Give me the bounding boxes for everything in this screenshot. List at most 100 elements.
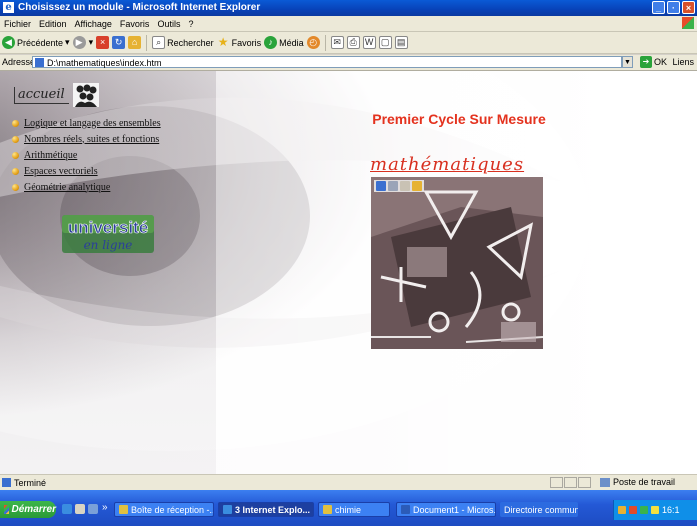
start-label: Démarrer: [11, 504, 56, 515]
system-tray: 16:1: [613, 500, 697, 520]
ie-quicklaunch-icon[interactable]: [62, 504, 72, 514]
universite-en-ligne-logo[interactable]: université en ligne: [60, 213, 156, 255]
task-inbox[interactable]: Boîte de réception -...: [114, 502, 214, 517]
taskbar: Démarrer » Boîte de réception -... 3 Int…: [0, 490, 697, 526]
menu-link-arithmetique[interactable]: Arithmétique: [24, 150, 77, 161]
stop-button[interactable]: ×: [96, 36, 110, 49]
minimize-button[interactable]: _: [652, 1, 665, 14]
toolbar-separator: [324, 34, 326, 51]
mail-button[interactable]: ✉: [330, 36, 344, 49]
menu-link-espaces-vectoriels[interactable]: Espaces vectoriels: [24, 166, 98, 177]
search-icon: ⌕: [152, 36, 166, 49]
chevron-down-icon[interactable]: ▾: [89, 37, 94, 48]
address-url: D:\mathematiques\index.htm: [47, 58, 162, 68]
search-label: Rechercher: [167, 37, 214, 48]
clock[interactable]: 16:1: [662, 505, 680, 515]
favorites-label: Favoris: [231, 37, 262, 48]
discuss-button[interactable]: ▢: [378, 36, 392, 49]
list-item: Nombres réels, suites et fonctions: [12, 131, 161, 147]
computer-icon: [600, 477, 610, 487]
menu-link-geometrie[interactable]: Géométrie analytique: [24, 182, 110, 193]
address-input[interactable]: D:\mathematiques\index.htm: [32, 56, 622, 68]
home-link[interactable]: accueil: [14, 83, 99, 107]
history-button[interactable]: ◴: [306, 36, 320, 49]
outlook-icon: [119, 505, 128, 514]
back-button[interactable]: ◀ Précédente ▾: [2, 36, 70, 49]
search-button[interactable]: ⌕ Rechercher: [152, 36, 214, 49]
quicklaunch-more-chevron[interactable]: »: [102, 502, 108, 513]
menu-fichier[interactable]: Fichier: [0, 19, 35, 29]
maximize-button[interactable]: ·: [667, 1, 680, 14]
page-content: accueil Logique et langage des ensembles…: [0, 71, 697, 474]
ie-logo-icon: e: [3, 2, 14, 13]
menu-edition[interactable]: Edition: [35, 19, 71, 29]
bullet-icon: [12, 135, 19, 143]
word-icon: [401, 505, 410, 514]
tray-icon[interactable]: [640, 506, 648, 514]
people-group-icon: [72, 83, 99, 107]
window-titlebar: e Choisissez un module - Microsoft Inter…: [0, 0, 697, 16]
refresh-button[interactable]: ↻: [112, 36, 126, 49]
task-word-document[interactable]: Document1 - Micros...: [396, 502, 496, 517]
menu-affichage[interactable]: Affichage: [71, 19, 116, 29]
close-button[interactable]: ×: [682, 1, 695, 14]
status-bar: Terminé Poste de travail: [0, 474, 697, 491]
window-controls: _ · ×: [652, 1, 695, 14]
task-chimie[interactable]: chimie: [318, 502, 390, 517]
go-button[interactable]: ➔ OK: [640, 56, 667, 68]
windows-logo-icon: [4, 505, 9, 514]
list-item: Géométrie analytique: [12, 179, 161, 195]
outlook-quicklaunch-icon[interactable]: [88, 504, 98, 514]
module-menu: Logique et langage des ensembles Nombres…: [12, 115, 161, 195]
menu-link-logique[interactable]: Logique et langage des ensembles: [24, 118, 161, 129]
address-dropdown-button[interactable]: ▼: [622, 56, 633, 68]
start-button[interactable]: Démarrer: [0, 501, 56, 518]
star-icon: ★: [217, 35, 229, 49]
bullet-icon: [12, 119, 19, 127]
status-panes: [550, 477, 591, 488]
forward-button[interactable]: ▶: [72, 36, 86, 49]
task-directoire-commun[interactable]: Directoire commun: [500, 502, 578, 517]
menu-link-nombres-reels[interactable]: Nombres réels, suites et fonctions: [24, 134, 159, 145]
folder-image-icon[interactable]: [412, 181, 422, 191]
ie-icon: [223, 505, 232, 514]
back-arrow-icon: ◀: [2, 36, 15, 49]
links-button[interactable]: Liens: [672, 57, 694, 67]
page-icon: [35, 58, 44, 67]
desktop-quicklaunch-icon[interactable]: [75, 504, 85, 514]
media-button[interactable]: ♪ Média: [264, 36, 304, 49]
print-button[interactable]: ⎙: [346, 36, 360, 49]
math-artwork-image: [371, 177, 543, 349]
bullet-icon: [12, 151, 19, 159]
tray-icon[interactable]: [651, 506, 659, 514]
chevron-down-icon[interactable]: ▾: [65, 37, 70, 48]
menu-bar: Fichier Edition Affichage Favoris Outils…: [0, 16, 697, 32]
zone-label: Poste de travail: [613, 477, 676, 487]
go-label: OK: [654, 57, 668, 67]
media-label: Média: [279, 37, 304, 48]
menu-help[interactable]: ?: [184, 19, 197, 29]
tray-icon[interactable]: [618, 506, 626, 514]
email-image-icon[interactable]: [400, 181, 410, 191]
edit-word-button[interactable]: W: [362, 36, 376, 49]
save-image-icon[interactable]: [376, 181, 386, 191]
folder-icon: [323, 505, 332, 514]
security-zone: Poste de travail: [600, 477, 675, 487]
svg-text:université: université: [68, 218, 148, 237]
address-label: Adresse: [2, 57, 36, 67]
messenger-button[interactable]: ▤: [394, 36, 408, 49]
favorites-button[interactable]: ★ Favoris: [217, 35, 262, 49]
menu-favoris[interactable]: Favoris: [116, 19, 154, 29]
menu-outils[interactable]: Outils: [153, 19, 184, 29]
task-internet-explorer[interactable]: 3 Internet Explo...: [218, 502, 314, 517]
bullet-icon: [12, 167, 19, 175]
toolbar-separator: [146, 34, 148, 51]
print-image-icon[interactable]: [388, 181, 398, 191]
image-toolbar: [374, 180, 424, 192]
bullet-icon: [12, 183, 19, 191]
back-label: Précédente: [17, 37, 64, 48]
subject-title: mathématiques: [370, 154, 525, 175]
tray-icon[interactable]: [629, 506, 637, 514]
windows-logo-icon: [682, 17, 694, 29]
home-button[interactable]: ⌂: [128, 36, 142, 49]
